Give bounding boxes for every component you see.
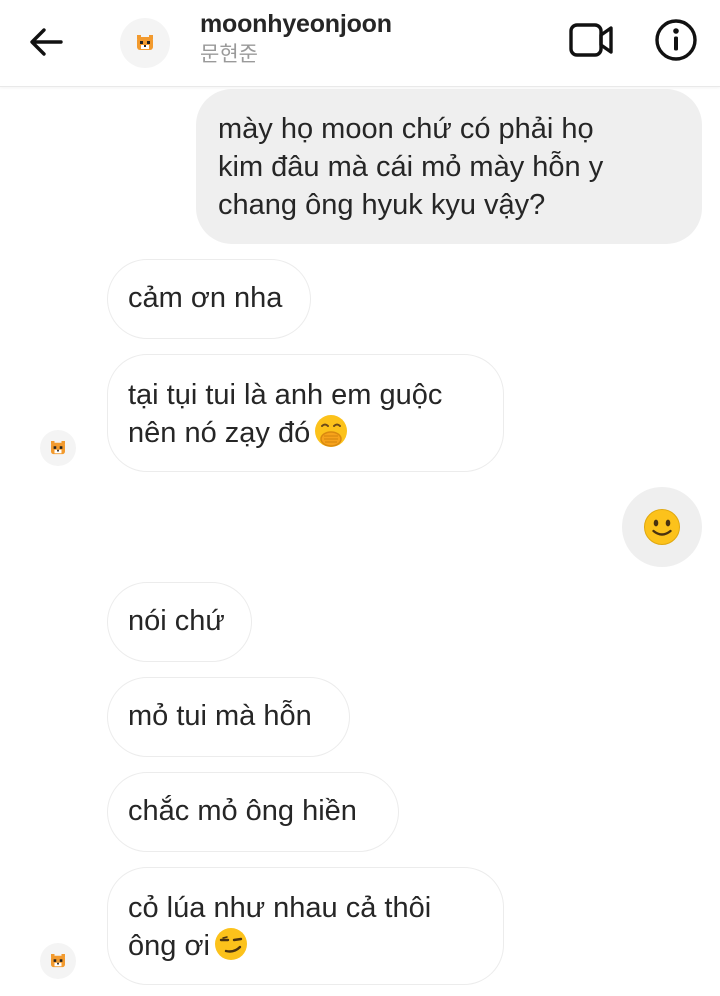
message-bubble-sent-emoji[interactable] — [622, 487, 702, 567]
avatar[interactable] — [40, 943, 76, 979]
message-bubble-received[interactable]: cỏ lúa như nhau cả thôi ông ơi — [107, 867, 504, 985]
username: moonhyeonjoon — [200, 10, 392, 38]
message-bubble-received[interactable]: nói chứ — [107, 582, 252, 662]
message-text: cỏ lúa như nhau cả thôi ông ơi — [128, 892, 432, 962]
smirking-face-emoji — [214, 928, 247, 960]
back-arrow-icon — [30, 28, 63, 56]
message-text: mỏ tui mà hỗn — [128, 700, 312, 732]
message-text: tại tụi tui là anh em guộc nên nó zạy đó — [128, 379, 443, 449]
slightly-smiling-face-emoji — [644, 509, 680, 545]
tiger-avatar-icon — [51, 441, 65, 455]
message-text: chắc mỏ ông hiền — [128, 795, 357, 827]
tiger-avatar-icon — [137, 35, 153, 50]
message-bubble-received[interactable]: tại tụi tui là anh em guộc nên nó zạy đó — [107, 354, 504, 472]
message-text: mày họ moon chứ có phải họ kim đâu mà cá… — [218, 113, 604, 221]
message-bubble-received[interactable]: chắc mỏ ông hiền — [107, 772, 399, 852]
display-name: 문현준 — [200, 42, 258, 66]
chat-header: moonhyeonjoon 문현준 — [0, 0, 720, 87]
avatar[interactable] — [40, 430, 76, 466]
video-call-icon — [569, 23, 613, 57]
message-text: nói chứ — [128, 605, 225, 637]
header-names[interactable]: moonhyeonjoon 문현준 — [200, 8, 392, 68]
back-button[interactable] — [22, 18, 70, 66]
message-bubble-sent[interactable]: mày họ moon chứ có phải họ kim đâu mà cá… — [196, 89, 702, 244]
hand-over-mouth-emoji — [315, 415, 348, 447]
message-bubble-received[interactable]: cảm ơn nha — [107, 259, 311, 339]
info-button[interactable] — [650, 14, 702, 66]
message-text: cảm ơn nha — [128, 282, 283, 314]
tiger-avatar-icon — [51, 954, 65, 968]
info-icon — [655, 19, 697, 61]
avatar[interactable] — [120, 18, 170, 68]
video-call-button[interactable] — [564, 16, 620, 64]
message-bubble-received[interactable]: mỏ tui mà hỗn — [107, 677, 350, 757]
